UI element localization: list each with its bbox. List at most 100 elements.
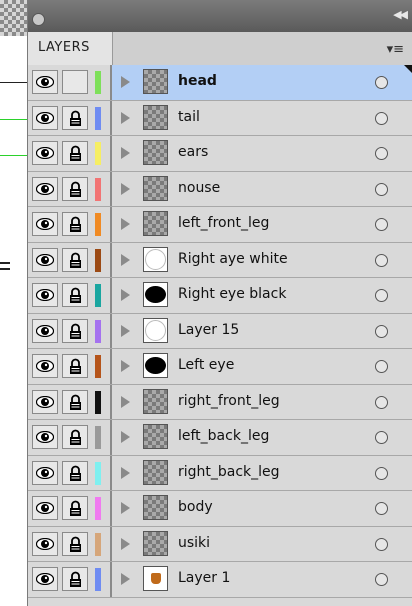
- layer-main[interactable]: Left eye: [112, 349, 412, 384]
- visibility-eye-icon[interactable]: [32, 176, 58, 201]
- panel-menu-icon[interactable]: ▾≡: [387, 42, 404, 57]
- layer-name[interactable]: ears: [178, 144, 208, 160]
- layer-row[interactable]: tail: [28, 100, 412, 136]
- lock-icon[interactable]: [62, 283, 88, 307]
- visibility-eye-icon[interactable]: [32, 531, 58, 556]
- expand-triangle-icon[interactable]: [121, 253, 130, 266]
- layer-main[interactable]: Layer 1: [112, 562, 412, 597]
- layer-name[interactable]: body: [178, 499, 213, 515]
- layer-main[interactable]: right_front_leg: [112, 385, 412, 420]
- layer-row[interactable]: usiki: [28, 526, 412, 562]
- close-icon[interactable]: [32, 13, 45, 26]
- target-circle-icon[interactable]: [375, 289, 388, 302]
- visibility-eye-icon[interactable]: [32, 425, 58, 449]
- collapse-double-arrow-icon[interactable]: ◀◀: [393, 8, 408, 21]
- visibility-eye-icon[interactable]: [32, 460, 58, 485]
- lock-toggle-empty[interactable]: [62, 70, 88, 94]
- layer-row[interactable]: Right eye black: [28, 278, 412, 314]
- target-circle-icon[interactable]: [375, 431, 388, 444]
- target-circle-icon[interactable]: [375, 111, 388, 125]
- layer-row[interactable]: body: [28, 491, 412, 527]
- tab-layers[interactable]: LAYERS: [28, 32, 113, 66]
- layer-main[interactable]: head: [112, 65, 412, 100]
- lock-icon[interactable]: [62, 212, 88, 236]
- lock-icon[interactable]: [62, 318, 88, 343]
- lock-icon[interactable]: [62, 354, 88, 378]
- layer-name[interactable]: Layer 15: [178, 322, 239, 338]
- visibility-eye-icon[interactable]: [32, 247, 58, 272]
- target-circle-icon[interactable]: [375, 147, 388, 160]
- layer-row[interactable]: Right aye white: [28, 242, 412, 278]
- layer-main[interactable]: tail: [112, 101, 412, 136]
- visibility-eye-icon[interactable]: [32, 70, 58, 94]
- target-circle-icon[interactable]: [375, 360, 388, 373]
- expand-triangle-icon[interactable]: [121, 76, 130, 88]
- layer-main[interactable]: body: [112, 491, 412, 526]
- layer-name[interactable]: left_back_leg: [178, 428, 269, 444]
- expand-triangle-icon[interactable]: [121, 324, 130, 337]
- visibility-eye-icon[interactable]: [32, 283, 58, 307]
- expand-triangle-icon[interactable]: [121, 218, 130, 230]
- expand-triangle-icon[interactable]: [121, 111, 130, 124]
- layer-row[interactable]: left_front_leg: [28, 207, 412, 243]
- layer-main[interactable]: right_back_leg: [112, 456, 412, 491]
- layer-main[interactable]: left_front_leg: [112, 207, 412, 242]
- layer-main[interactable]: Right eye black: [112, 278, 412, 313]
- layer-name[interactable]: usiki: [178, 535, 210, 551]
- visibility-eye-icon[interactable]: [32, 318, 58, 343]
- expand-triangle-icon[interactable]: [121, 360, 130, 372]
- layer-name[interactable]: Right eye black: [178, 286, 286, 302]
- layer-row[interactable]: ears: [28, 136, 412, 172]
- lock-icon[interactable]: [62, 567, 88, 591]
- expand-triangle-icon[interactable]: [121, 289, 130, 301]
- lock-icon[interactable]: [62, 496, 88, 520]
- target-circle-icon[interactable]: [375, 395, 388, 409]
- lock-icon[interactable]: [62, 389, 88, 414]
- target-circle-icon[interactable]: [375, 218, 388, 231]
- visibility-eye-icon[interactable]: [32, 212, 58, 236]
- layer-main[interactable]: Layer 15: [112, 314, 412, 349]
- target-circle-icon[interactable]: [375, 537, 388, 551]
- expand-triangle-icon[interactable]: [121, 502, 130, 514]
- lock-icon[interactable]: [62, 460, 88, 485]
- layer-name[interactable]: Left eye: [178, 357, 234, 373]
- layer-name[interactable]: tail: [178, 109, 200, 125]
- target-circle-icon[interactable]: [375, 502, 388, 515]
- target-circle-icon[interactable]: [375, 76, 388, 89]
- expand-triangle-icon[interactable]: [121, 395, 130, 408]
- lock-icon[interactable]: [62, 176, 88, 201]
- layer-main[interactable]: ears: [112, 136, 412, 171]
- target-circle-icon[interactable]: [375, 182, 388, 196]
- layer-row[interactable]: Left eye: [28, 349, 412, 385]
- layer-name[interactable]: Layer 1: [178, 570, 230, 586]
- layer-name[interactable]: right_back_leg: [178, 464, 280, 480]
- expand-triangle-icon[interactable]: [121, 537, 130, 550]
- layer-row[interactable]: head: [28, 65, 412, 101]
- layer-row[interactable]: left_back_leg: [28, 420, 412, 456]
- target-circle-icon[interactable]: [375, 466, 388, 480]
- layer-main[interactable]: nouse: [112, 172, 412, 207]
- layer-main[interactable]: usiki: [112, 527, 412, 562]
- visibility-eye-icon[interactable]: [32, 141, 58, 165]
- layer-row[interactable]: nouse: [28, 171, 412, 207]
- layer-main[interactable]: Right aye white: [112, 243, 412, 278]
- visibility-eye-icon[interactable]: [32, 354, 58, 378]
- lock-icon[interactable]: [62, 425, 88, 449]
- target-circle-icon[interactable]: [375, 573, 388, 586]
- layer-name[interactable]: head: [178, 73, 217, 89]
- layer-name[interactable]: left_front_leg: [178, 215, 269, 231]
- lock-icon[interactable]: [62, 141, 88, 165]
- target-circle-icon[interactable]: [375, 253, 388, 267]
- layer-name[interactable]: Right aye white: [178, 251, 288, 267]
- lock-icon[interactable]: [62, 105, 88, 130]
- visibility-eye-icon[interactable]: [32, 567, 58, 591]
- expand-triangle-icon[interactable]: [121, 182, 130, 195]
- lock-icon[interactable]: [62, 531, 88, 556]
- layer-row[interactable]: right_back_leg: [28, 455, 412, 491]
- visibility-eye-icon[interactable]: [32, 496, 58, 520]
- panel-titlebar[interactable]: ◀◀: [28, 0, 412, 33]
- lock-icon[interactable]: [62, 247, 88, 272]
- layer-name[interactable]: nouse: [178, 180, 220, 196]
- expand-triangle-icon[interactable]: [121, 466, 130, 479]
- layer-row[interactable]: right_front_leg: [28, 384, 412, 420]
